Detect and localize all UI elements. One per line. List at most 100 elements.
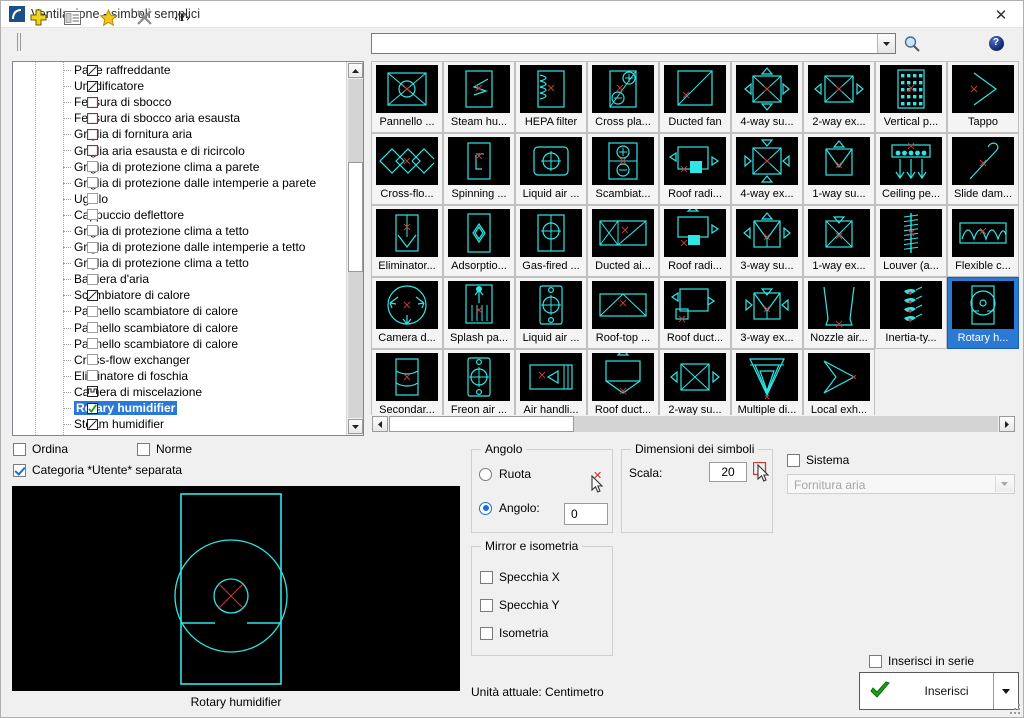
symbol-cell-38[interactable]: Air handli... xyxy=(515,349,587,421)
tree-item-22[interactable]: Steam humidifier xyxy=(13,416,345,432)
symbol-cell-23[interactable]: 3-way su... xyxy=(731,205,803,277)
hscroll-thumb[interactable] xyxy=(389,416,574,432)
tree-item-1[interactable]: Umidificatore xyxy=(13,78,345,94)
symbol-cell-3[interactable]: Cross pla... xyxy=(587,61,659,133)
inserisci-in-serie-checkbox[interactable]: Inserisci in serie xyxy=(869,654,974,668)
tree-item-8[interactable]: Ugello xyxy=(13,191,345,207)
tree-item-2[interactable]: Fessura di sbocco xyxy=(13,94,345,110)
tree-item-checkbox[interactable] xyxy=(87,193,98,205)
properties-button[interactable] xyxy=(59,5,85,30)
ruota-radio[interactable]: Ruota xyxy=(479,467,531,481)
symbol-cell-30[interactable]: Roof-top ... xyxy=(587,277,659,349)
tree-item-3[interactable]: Fessura di sbocco aria esausta xyxy=(13,110,345,126)
tree-item-10[interactable]: Griglia di protezione clima a tetto xyxy=(13,223,345,239)
tree-item-9[interactable]: Cappuccio deflettore xyxy=(13,207,345,223)
tree-item-checkbox[interactable] xyxy=(87,273,98,285)
sistema-dropdown[interactable]: Fornitura aria xyxy=(787,474,1015,494)
specchia-x-checkbox[interactable]: Specchia X xyxy=(480,570,560,584)
tree-item-5[interactable]: Griglia aria esausta e di ricircolo xyxy=(13,142,345,158)
tree-item-checkbox[interactable] xyxy=(87,225,98,237)
symbol-cell-8[interactable]: Tappo xyxy=(947,61,1019,133)
symbol-cell-39[interactable]: Roof duct... xyxy=(587,349,659,421)
symbol-cell-13[interactable]: Roof radi... xyxy=(659,133,731,205)
symbol-cell-19[interactable]: Adsorptio... xyxy=(443,205,515,277)
ordina-checkbox[interactable]: Ordina xyxy=(13,442,68,456)
chevron-down-icon[interactable] xyxy=(995,476,1013,492)
symbol-cell-32[interactable]: 3-way ex... xyxy=(731,277,803,349)
symbol-cell-40[interactable]: 2-way su... xyxy=(659,349,731,421)
norme-checkbox[interactable]: Norme xyxy=(137,442,192,456)
symbol-cell-31[interactable]: Roof duct... xyxy=(659,277,731,349)
symbol-cell-11[interactable]: Liquid air ... xyxy=(515,133,587,205)
scala-input[interactable]: 20 xyxy=(709,462,747,482)
angolo-radio[interactable]: Angolo: xyxy=(479,501,540,515)
symbol-cell-0[interactable]: Pannello ... xyxy=(371,61,443,133)
tree-item-checkbox[interactable] xyxy=(87,418,98,430)
close-button[interactable]: ✕ xyxy=(979,1,1023,28)
tree-item-checkbox[interactable] xyxy=(87,402,98,414)
symbol-cell-21[interactable]: Ducted ai... xyxy=(587,205,659,277)
symbol-cell-27[interactable]: Camera d... xyxy=(371,277,443,349)
symbol-cell-33[interactable]: Nozzle air... xyxy=(803,277,875,349)
symbol-cell-17[interactable]: Slide dam... xyxy=(947,133,1019,205)
tree-item-7[interactable]: Griglia di protezione dalle intemperie a… xyxy=(13,175,345,191)
tree-item-checkbox[interactable] xyxy=(87,386,98,398)
symbol-cell-20[interactable]: Gas-fired ... xyxy=(515,205,587,277)
symbol-cell-35[interactable]: Rotary h... xyxy=(947,277,1019,349)
symbol-cell-26[interactable]: Flexible c... xyxy=(947,205,1019,277)
symbol-cell-24[interactable]: 1-way ex... xyxy=(803,205,875,277)
tree-item-checkbox[interactable] xyxy=(87,257,98,269)
tree-item-6[interactable]: Griglia di protezione clima a parete xyxy=(13,159,345,175)
scroll-up-button[interactable] xyxy=(348,63,363,78)
sistema-checkbox[interactable]: Sistema xyxy=(787,453,849,467)
tree-item-17[interactable]: Pannello scambiatore di calore xyxy=(13,336,345,352)
tree-item-14[interactable]: Scambiatore di calore xyxy=(13,287,345,303)
symbol-cell-2[interactable]: HEPA filter xyxy=(515,61,587,133)
add-symbol-button[interactable] xyxy=(25,5,51,30)
symbol-cell-36[interactable]: Secondar... xyxy=(371,349,443,421)
search-button[interactable] xyxy=(901,33,923,54)
tree-item-checkbox[interactable] xyxy=(87,370,98,382)
symbol-grid[interactable]: Pannello ... Steam hu... HEPA filter Cross … xyxy=(371,61,1019,421)
tree-item-18[interactable]: Cross-flow exchanger xyxy=(13,352,345,368)
symbol-cell-42[interactable]: Local exh... xyxy=(803,349,875,421)
categoria-utente-checkbox[interactable]: Categoria *Utente* separata xyxy=(13,463,182,477)
delete-button[interactable] xyxy=(131,5,157,30)
tree-item-checkbox[interactable] xyxy=(87,289,98,301)
tree-item-checkbox[interactable] xyxy=(87,177,98,189)
tree-item-15[interactable]: Pannello scambiatore di calore xyxy=(13,303,345,319)
chevron-down-icon[interactable] xyxy=(877,34,895,53)
symbol-cell-29[interactable]: Liquid air ... xyxy=(515,277,587,349)
tree-item-13[interactable]: Barriera d'aria xyxy=(13,271,345,287)
symbol-cell-12[interactable]: Scambiat... xyxy=(587,133,659,205)
symbol-cell-15[interactable]: 1-way su... xyxy=(803,133,875,205)
symbol-cell-6[interactable]: 2-way ex... xyxy=(803,61,875,133)
scroll-right-button[interactable] xyxy=(999,416,1015,432)
favorites-button[interactable] xyxy=(95,5,121,30)
tree-item-checkbox[interactable] xyxy=(87,209,98,221)
scroll-thumb[interactable] xyxy=(348,162,363,272)
tree-item-checkbox[interactable] xyxy=(87,64,98,76)
symbol-cell-41[interactable]: Multiple di... xyxy=(731,349,803,421)
text-tag-button[interactable]: ‹T› xyxy=(167,5,197,30)
symbol-cell-18[interactable]: Eliminator... xyxy=(371,205,443,277)
insert-button[interactable]: Inserisci xyxy=(859,672,1019,710)
tree-item-21[interactable]: Rotary humidifier xyxy=(13,400,345,416)
tree-item-checkbox[interactable] xyxy=(86,112,99,124)
symbol-cell-10[interactable]: Spinning ... xyxy=(443,133,515,205)
specchia-y-checkbox[interactable]: Specchia Y xyxy=(480,598,560,612)
symbol-cell-34[interactable]: Inertia-ty... xyxy=(875,277,947,349)
tree-item-checkbox[interactable] xyxy=(87,322,98,334)
tree-item-checkbox[interactable] xyxy=(87,161,98,173)
toolbar-grip[interactable] xyxy=(17,33,23,51)
tree-item-checkbox[interactable] xyxy=(87,338,98,350)
search-combobox[interactable] xyxy=(371,33,896,54)
grid-horizontal-scrollbar[interactable] xyxy=(371,415,1016,434)
tree-item-checkbox[interactable] xyxy=(86,96,99,108)
symbol-cell-16[interactable]: Ceiling pe... xyxy=(875,133,947,205)
tree-vertical-scrollbar[interactable] xyxy=(346,62,363,435)
tree-item-19[interactable]: Eliminatore di foschia xyxy=(13,368,345,384)
scroll-down-button[interactable] xyxy=(348,419,363,434)
angolo-value-input[interactable]: 0 xyxy=(564,503,608,525)
search-input[interactable] xyxy=(375,36,874,53)
